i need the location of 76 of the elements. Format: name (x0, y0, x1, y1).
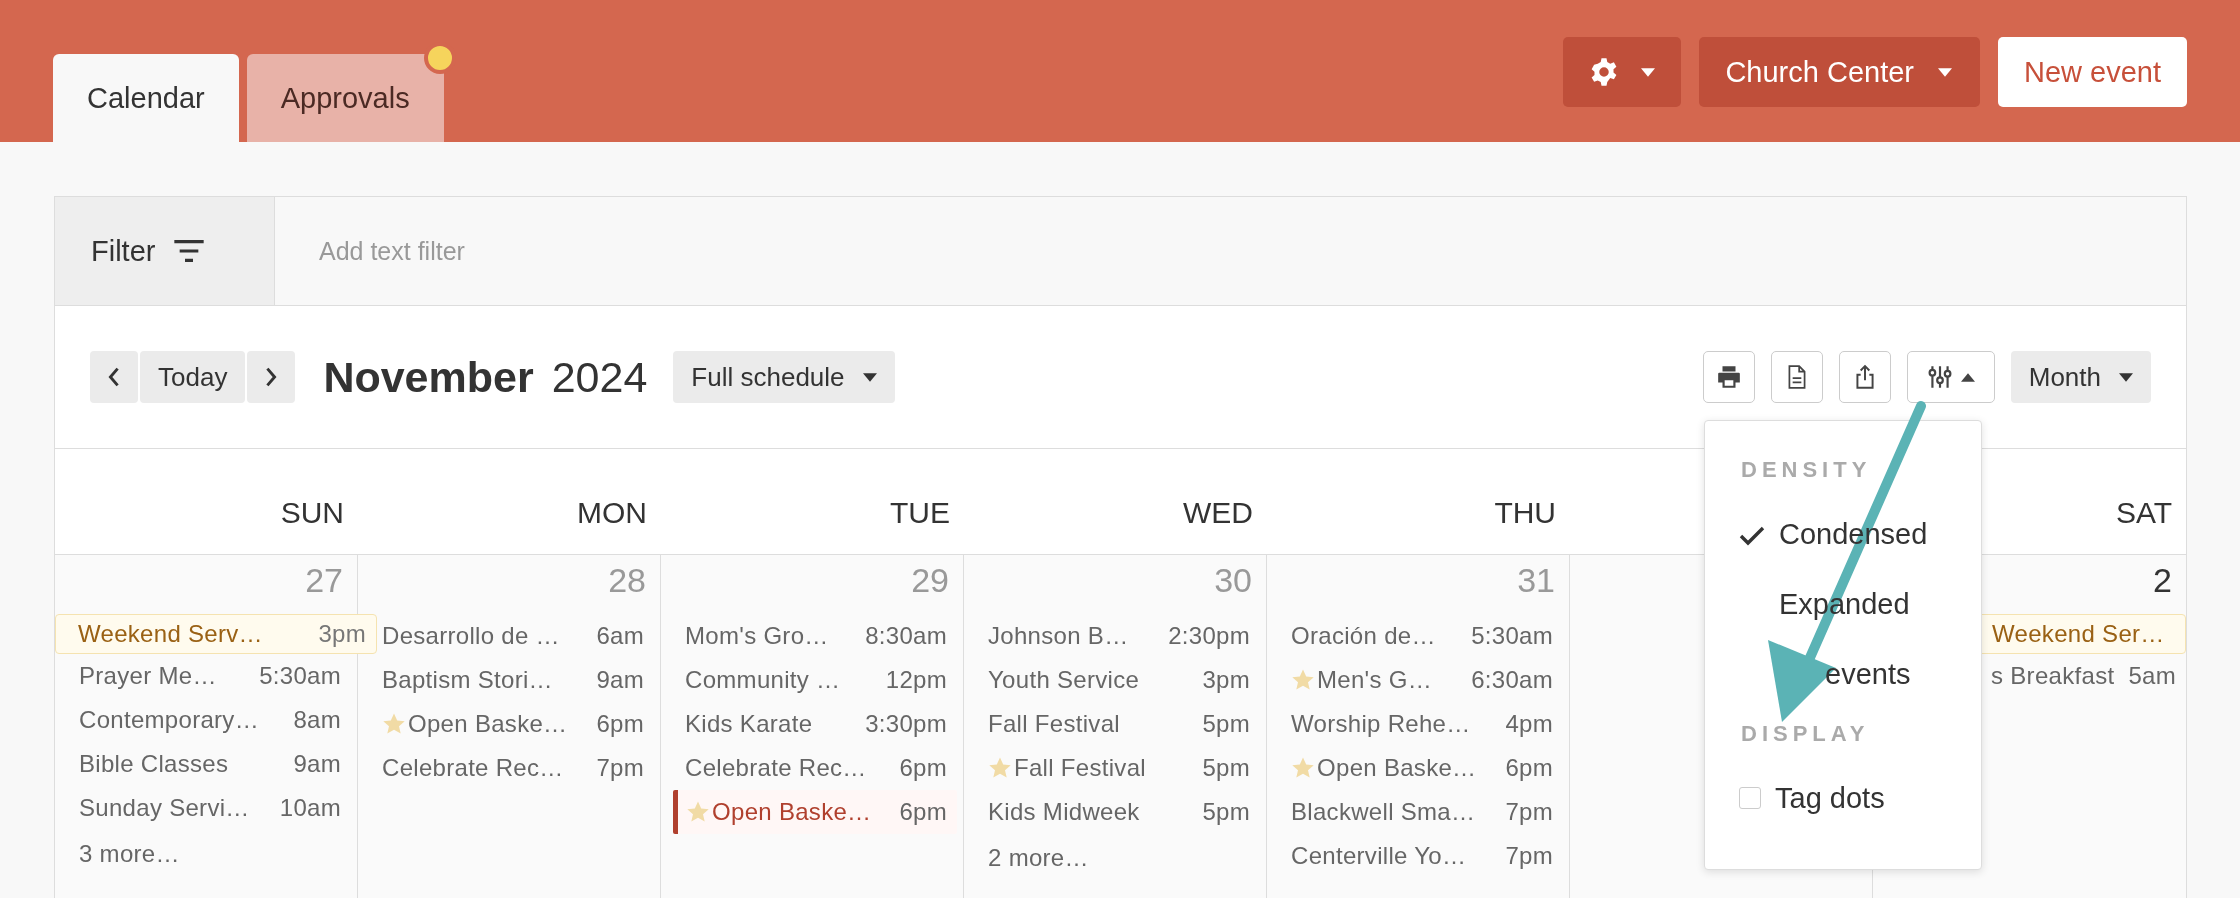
caret-icon (1938, 67, 1952, 77)
more-events-link[interactable]: 2 more… (964, 834, 1113, 882)
menu-heading: DISPLAY (1740, 720, 1871, 748)
event-item[interactable]: Kids Midweek 5pm (970, 790, 1261, 834)
next-button[interactable] (247, 351, 296, 403)
menu-heading: DENSITY (1740, 456, 1873, 484)
event-item[interactable]: Fall Festival 5pm (970, 702, 1261, 746)
event-item[interactable]: Johnson B… 2:30pm (970, 614, 1261, 658)
weekday-label: THU (1494, 496, 1557, 530)
caret-icon (1960, 372, 1975, 382)
chevron-left-icon (108, 367, 120, 387)
event-item[interactable]: Bible Classes 9am (61, 742, 351, 786)
event-item[interactable]: Weekend Serv… 3pm (55, 614, 377, 654)
event-item[interactable]: Prayer Me… 5:30am (61, 654, 351, 698)
weekday-label: MON (577, 496, 647, 530)
date-number: 30 (1213, 561, 1254, 601)
caret-icon (1641, 67, 1656, 77)
settings-button[interactable] (1563, 37, 1682, 107)
date-number: 29 (910, 561, 950, 601)
event-item[interactable]: Open Baske… 6pm (673, 790, 957, 834)
print-button[interactable] (1702, 351, 1755, 403)
event-item[interactable]: Mom's Gro… 8:30am (667, 614, 957, 658)
year-title: 2024 (551, 352, 648, 402)
tab[interactable]: Approvals (246, 54, 444, 142)
menu-option[interactable]: Tag dots (1705, 763, 1981, 833)
star-icon (1291, 756, 1316, 780)
event-item[interactable]: Kids Karate 3:30pm (667, 702, 957, 746)
month-title: November (323, 352, 534, 402)
event-item[interactable]: Worship Rehe… 4pm (1273, 702, 1564, 746)
sliders-icon (1926, 364, 1953, 390)
star-icon (988, 756, 1012, 780)
tab[interactable]: Calendar (53, 54, 239, 142)
text-filter-field[interactable]: Add text filter (275, 197, 2186, 305)
event-item[interactable]: Fall Festival 5pm (970, 746, 1261, 790)
event-item[interactable]: Baptism Stori… 9am (364, 658, 654, 702)
date-number: 31 (1516, 561, 1557, 601)
print-icon (1715, 364, 1742, 390)
date-number: 28 (607, 561, 647, 601)
weekday-label: WED (1183, 496, 1254, 530)
event-item[interactable]: Blackwell Sma… 7pm (1273, 790, 1564, 834)
chevron-right-icon (265, 367, 278, 387)
date-number: 27 (304, 561, 344, 601)
event-item[interactable]: Centerville Yo… 7pm (1273, 834, 1564, 878)
previous-button[interactable] (90, 351, 138, 403)
event-item[interactable]: Contemporary… 8am (61, 698, 351, 742)
filter-icon (173, 239, 206, 263)
more-events-link[interactable]: 3 more… (55, 830, 204, 878)
event-item[interactable]: Men's G… 6:30am (1273, 658, 1564, 702)
event-item[interactable]: Youth Service 3pm (970, 658, 1261, 702)
weekday-label: TUE (890, 496, 950, 530)
event-item[interactable]: Open Baske… 6pm (364, 702, 654, 746)
event-item[interactable]: Sunday Servi… 10am (61, 786, 351, 830)
weekday-label: SUN (280, 496, 344, 530)
star-icon (1291, 668, 1316, 692)
checkbox[interactable] (1739, 787, 1761, 809)
event-item[interactable]: Open Baske… 6pm (1273, 746, 1564, 790)
event-item[interactable]: Celebrate Rec… 7pm (364, 746, 654, 790)
caret-icon (862, 372, 877, 382)
document-button[interactable] (1770, 351, 1823, 403)
today-button[interactable]: Today (140, 351, 246, 403)
share-button[interactable] (1838, 351, 1891, 403)
checkmark-icon (1739, 524, 1765, 548)
schedule-dropdown[interactable]: Full schedule (673, 351, 895, 403)
display-options-button[interactable] (1906, 351, 1995, 403)
star-icon (382, 712, 406, 736)
organization-dropdown[interactable]: Church Center (1699, 37, 1980, 107)
star-icon (686, 800, 710, 824)
date-number: 2 (2152, 561, 2173, 601)
event-item[interactable]: Celebrate Rec… 6pm (667, 746, 957, 790)
caret-icon (2119, 372, 2133, 382)
view-dropdown[interactable]: Month (2010, 351, 2151, 403)
new-event-button[interactable]: New event (1998, 37, 2187, 107)
event-item[interactable]: Oración de… 5:30am (1273, 614, 1564, 658)
event-item[interactable]: Community … 12pm (667, 658, 957, 702)
weekday-label: SAT (2115, 496, 2172, 530)
filter-button[interactable]: Filter (55, 197, 275, 305)
